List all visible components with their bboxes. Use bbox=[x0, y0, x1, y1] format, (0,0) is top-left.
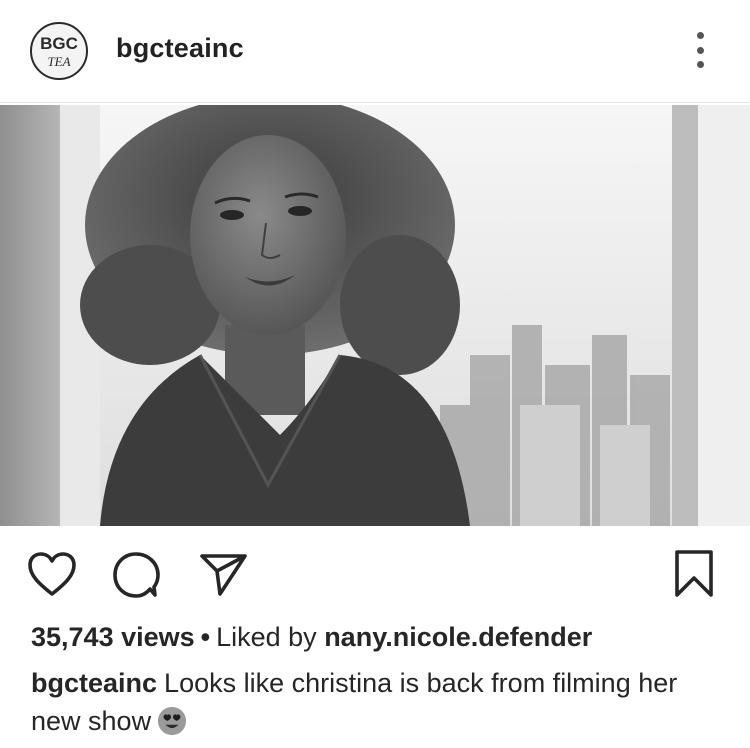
vertical-ellipsis-icon bbox=[696, 32, 704, 39]
avatar-text-bottom: TEA bbox=[47, 54, 70, 69]
stats-separator: • bbox=[200, 622, 211, 652]
vertical-ellipsis-icon-dot bbox=[696, 46, 704, 54]
comment-bubble-icon bbox=[113, 552, 160, 598]
heart-eyes-emoji-icon bbox=[158, 706, 187, 736]
vertical-ellipsis-icon-dot bbox=[696, 61, 704, 68]
avatar-text-top: BGC bbox=[40, 34, 78, 53]
post-action-bar bbox=[0, 526, 750, 622]
like-button[interactable] bbox=[22, 544, 82, 604]
heart-outline-icon bbox=[28, 552, 76, 596]
views-count[interactable]: 35,743 views bbox=[31, 622, 195, 652]
comment-button[interactable] bbox=[106, 544, 166, 604]
more-options-button[interactable] bbox=[688, 28, 712, 72]
instagram-post-screen: BGC TEA bgcteainc 35,743 views • Liked b… bbox=[0, 0, 750, 748]
avatar[interactable]: BGC TEA bbox=[30, 22, 88, 80]
liked-by-prefix: Liked by bbox=[216, 622, 317, 652]
caption-username[interactable]: bgcteainc bbox=[31, 668, 157, 698]
post-caption: bgcteainc Looks like christina is back fr… bbox=[31, 664, 721, 740]
liked-by-user[interactable]: nany.nicole.defender bbox=[324, 622, 592, 652]
post-video-still bbox=[0, 105, 750, 526]
avatar-logo: BGC TEA bbox=[40, 34, 78, 69]
send-paper-plane-icon bbox=[200, 554, 247, 596]
post-username[interactable]: bgcteainc bbox=[116, 33, 244, 64]
bookmark-outline-icon bbox=[675, 550, 713, 597]
save-button[interactable] bbox=[664, 544, 724, 604]
post-stats: 35,743 views • Liked by nany.nicole.defend… bbox=[31, 622, 731, 653]
post-header: BGC TEA bgcteainc bbox=[0, 0, 750, 103]
share-button[interactable] bbox=[193, 544, 253, 604]
post-media[interactable] bbox=[0, 105, 750, 526]
